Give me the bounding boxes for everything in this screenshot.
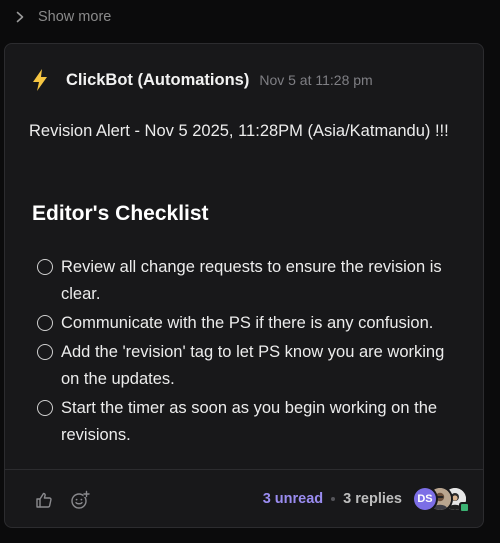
checklist-item-text: Communicate with the PS if there is any …	[61, 314, 434, 332]
footer-divider	[5, 469, 483, 470]
checkbox-circle[interactable]	[37, 315, 53, 331]
show-more-button[interactable]: Show more	[14, 5, 111, 29]
participant-avatars[interactable]: DS	[414, 488, 468, 511]
editor-checklist: Review all change requests to ensure the…	[37, 254, 467, 451]
checklist-item: Communicate with the PS if there is any …	[37, 310, 467, 337]
reaction-actions	[34, 490, 90, 510]
show-more-label: Show more	[38, 9, 112, 25]
checklist-title: Editor's Checklist	[32, 202, 209, 225]
chevron-right-icon	[14, 11, 26, 23]
revision-alert-text: Revision Alert - Nov 5 2025, 11:28PM (As…	[29, 122, 449, 140]
replies-count[interactable]: 3 replies	[343, 491, 402, 507]
checklist-item-text: Review all change requests to ensure the…	[61, 258, 442, 303]
thumbs-up-icon[interactable]	[34, 490, 54, 510]
checkbox-circle[interactable]	[37, 259, 53, 275]
add-reaction-icon[interactable]	[70, 490, 90, 510]
sender-name[interactable]: ClickBot (Automations)	[66, 71, 249, 90]
checklist-item-text: Start the timer as soon as you begin wor…	[61, 399, 438, 444]
checklist-item: Add the 'revision' tag to let PS know yo…	[37, 339, 467, 393]
checkbox-circle[interactable]	[37, 400, 53, 416]
checklist-item: Review all change requests to ensure the…	[37, 254, 467, 308]
message-timestamp[interactable]: Nov 5 at 11:28 pm	[259, 72, 372, 88]
online-status-indicator	[461, 504, 468, 511]
message-header: ClickBot (Automations) Nov 5 at 11:28 pm	[30, 68, 373, 92]
lightning-bolt-icon	[30, 68, 50, 92]
checkbox-circle[interactable]	[37, 344, 53, 360]
avatar: DS	[414, 488, 436, 510]
message-card: ClickBot (Automations) Nov 5 at 11:28 pm…	[4, 43, 484, 528]
checklist-item-text: Add the 'revision' tag to let PS know yo…	[61, 343, 445, 388]
thread-summary: 3 unread 3 replies DS	[263, 488, 468, 511]
separator-dot	[331, 497, 336, 501]
checklist-item: Start the timer as soon as you begin wor…	[37, 395, 467, 449]
unread-count[interactable]: 3 unread	[263, 491, 323, 507]
